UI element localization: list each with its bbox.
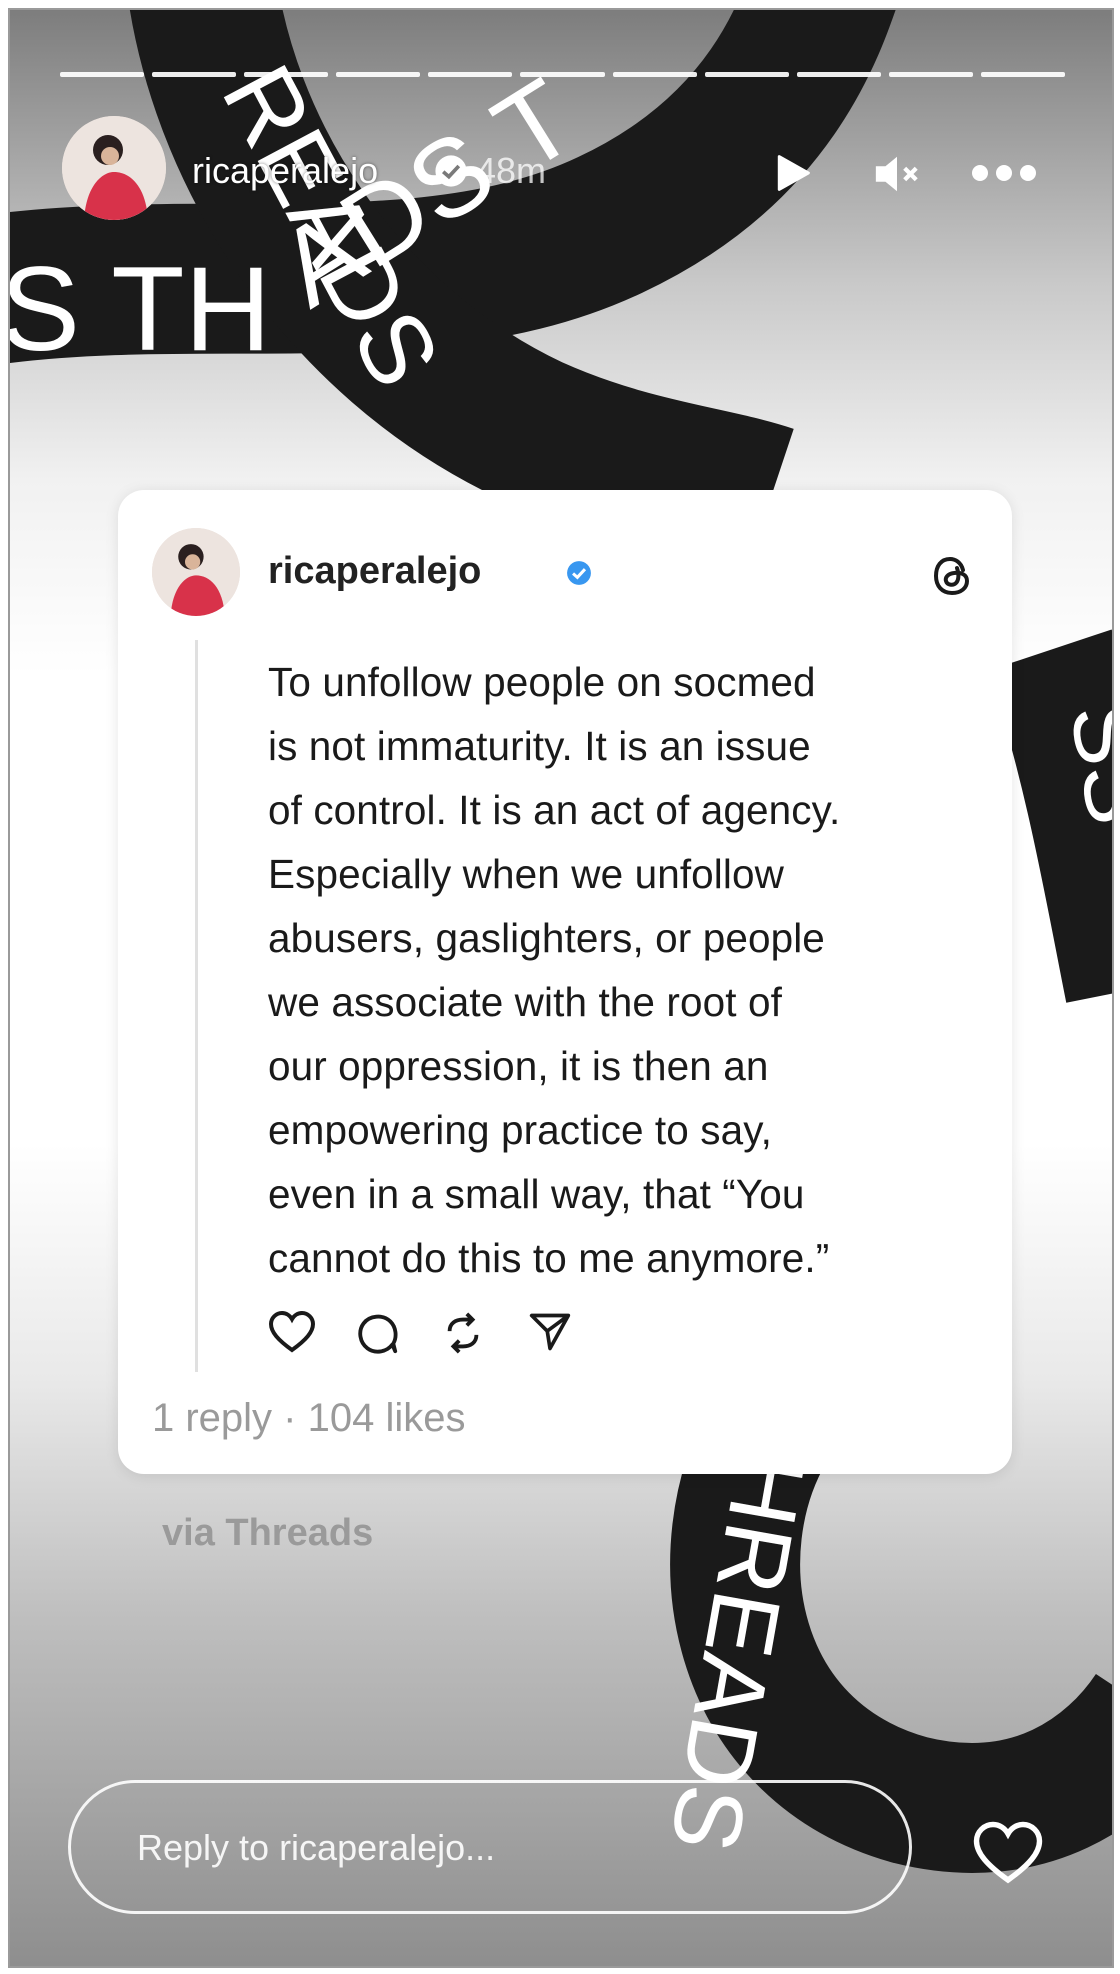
avatar-photo [152,528,240,616]
like-story-heart-icon[interactable] [972,1820,1044,1886]
play-icon[interactable] [770,150,814,196]
story-progress-segment [888,72,973,77]
reply-placeholder: Reply to ricaperalejo... [137,1827,496,1868]
heart-icon[interactable] [268,1310,316,1354]
story-progress-segment [428,72,513,77]
via-threads-label: via Threads [162,1512,374,1554]
story-progress-segment [244,72,329,77]
story-progress-segment [704,72,789,77]
thread-line [195,640,198,1372]
threads-logo-icon[interactable] [928,552,976,600]
story-progress-segment [152,72,237,77]
header-avatar[interactable] [62,116,166,220]
post-text-line: even in a small way, that “You [268,1171,805,1217]
post-username[interactable]: ricaperalejo [268,550,481,593]
post-time: 48m [476,150,547,191]
post-text-line: our oppression, it is then an [268,1043,769,1089]
story-progress-bar [60,72,1066,77]
verified-badge-icon [567,561,591,585]
comment-icon[interactable] [354,1310,400,1356]
post-text-line: Especially when we unfollow [268,851,784,897]
story-progress-segment [60,72,145,77]
verified-badge-icon [435,155,467,187]
ribbon-text-top: S TH [10,242,271,376]
story-progress-segment [520,72,605,77]
mute-icon[interactable] [872,152,922,196]
story-progress-segment [336,72,421,77]
story-progress-segment [796,72,881,77]
more-icon[interactable] [970,162,1038,184]
post-text-line: is not immaturity. It is an issue [268,723,811,769]
post-text: To unfollow people on socmed is not immat… [268,650,998,1290]
post-text-line: empowering practice to say, [268,1107,772,1153]
avatar-photo [62,116,166,220]
post-text-line: To unfollow people on socmed [268,659,816,705]
story-progress-segment [980,72,1066,77]
repost-icon[interactable] [440,1310,486,1356]
post-text-line: abusers, gaslighters, or people [268,915,825,961]
reply-input[interactable]: Reply to ricaperalejo... [68,1780,912,1914]
post-avatar[interactable] [152,528,240,616]
story-progress-segment [612,72,697,77]
post-stats: 1 reply · 104 likes [152,1396,466,1440]
share-icon[interactable] [528,1310,572,1354]
post-text-line: of control. It is an act of agency. [268,787,841,833]
threads-post-card[interactable]: ricaperalejo To unfollow people on socme… [118,490,1012,1474]
header-username[interactable]: ricaperalejo [192,150,378,192]
post-text-line: we associate with the root of [268,979,782,1025]
story-frame: S TH READS ADS T SS HREADS ricaperalejo … [8,8,1114,1968]
post-text-line: cannot do this to me anymore.” [268,1235,830,1281]
